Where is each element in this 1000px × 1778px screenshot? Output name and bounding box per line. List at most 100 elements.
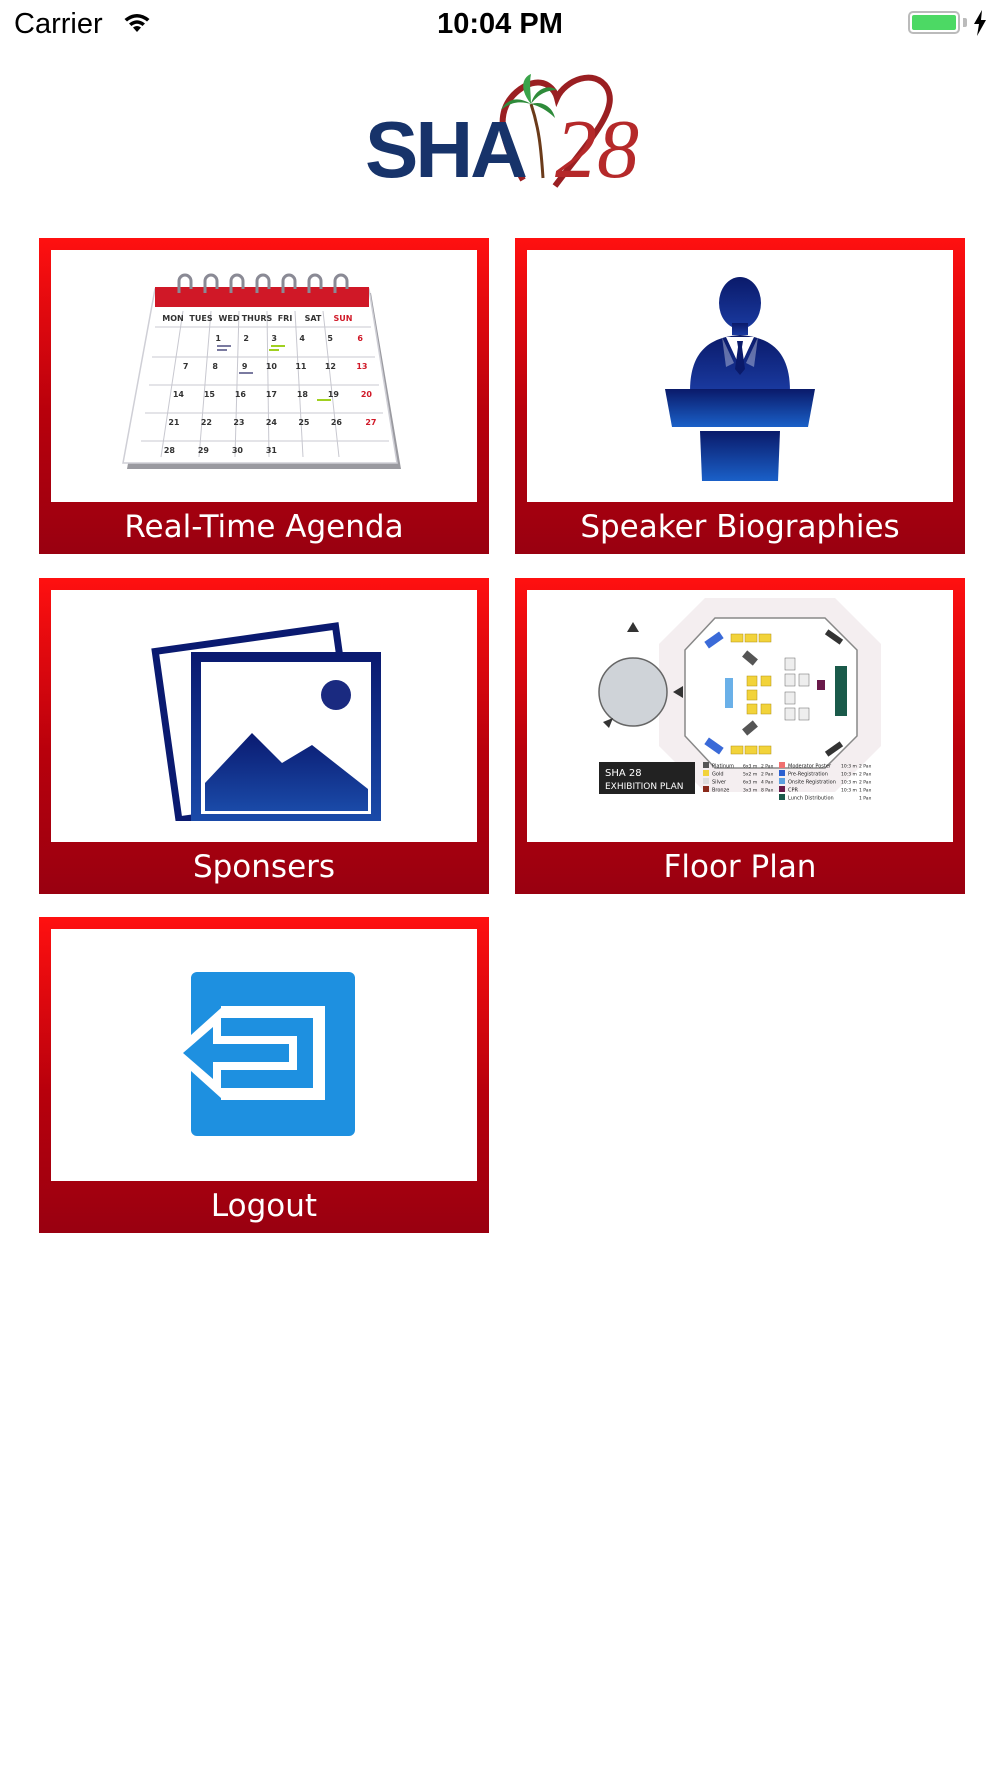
- legend-label: Bronze: [712, 788, 729, 794]
- calendar-day-number: 16: [235, 390, 247, 399]
- status-bar: Carrier 10:04 PM: [0, 0, 1000, 52]
- legend-label: Platinum: [712, 764, 734, 770]
- tile-floor-plan[interactable]: SHA 28 EXHIBITION PLAN Platinum 6x3 m 2 Pa…: [515, 578, 965, 894]
- calendar-day-header: FRI: [278, 314, 293, 323]
- calendar-day-number: 2: [243, 334, 249, 343]
- tile-label: Speaker Biographies: [580, 509, 900, 545]
- tile-image: [51, 929, 477, 1181]
- legend-swatch: [703, 770, 709, 776]
- legend-label: Pre-Registration: [788, 772, 828, 778]
- logo-number: 28: [555, 103, 639, 196]
- legend-size: 5x2 m: [743, 772, 757, 778]
- calendar-day-number: 23: [233, 418, 244, 427]
- tile-image: [51, 590, 477, 842]
- legend-pax: 2 Pax: [761, 772, 774, 778]
- tile-real-time-agenda[interactable]: MON TUES WED THURS FRI SAT SUN 1 2 3 4 5 6 7 8 9 10 11 12 1…: [39, 238, 489, 554]
- battery-cap: [963, 18, 967, 27]
- calendar-day-number: 19: [328, 390, 340, 399]
- floor-plan-subtitle: EXHIBITION PLAN: [605, 782, 683, 792]
- speaker-podium-icon: [665, 277, 815, 481]
- calendar-day-number: 27: [365, 418, 376, 427]
- calendar-day-number: 18: [297, 390, 309, 399]
- calendar-day-number: 30: [232, 446, 244, 455]
- calendar-day-number: 20: [361, 390, 373, 399]
- legend-pax: 1 Pax: [859, 796, 872, 802]
- legend-label: Silver: [712, 780, 727, 786]
- battery-icon: [908, 11, 960, 34]
- tile-label: Logout: [210, 1188, 318, 1224]
- image-gallery-icon: [151, 622, 381, 821]
- legend-size: 10:3 m: [841, 780, 857, 786]
- calendar-day-header: SUN: [334, 314, 353, 323]
- calendar-day-number: 5: [327, 334, 333, 343]
- calendar-day-number: 12: [325, 362, 336, 371]
- tile-image: MON TUES WED THURS FRI SAT SUN 1 2 3 4 5 6 7 8 9 10 11 12 1…: [51, 250, 477, 502]
- calendar-day-number: 9: [242, 362, 248, 371]
- calendar-day-number: 8: [212, 362, 218, 371]
- calendar-day-number: 29: [198, 446, 210, 455]
- tile-image: [527, 250, 953, 502]
- tile-label: Floor Plan: [663, 849, 817, 885]
- floor-plan-title: SHA 28: [605, 768, 642, 779]
- floor-plan-icon: SHA 28 EXHIBITION PLAN Platinum 6x3 m 2 Pa…: [598, 598, 881, 802]
- legend-size: 3x3 m: [743, 788, 757, 794]
- logo-text: SHA: [365, 105, 528, 194]
- calendar-day-number: 7: [183, 362, 189, 371]
- legend-label: Onsite Registration: [788, 780, 836, 786]
- legend-swatch: [779, 794, 785, 800]
- calendar-day-number: 22: [201, 418, 212, 427]
- calendar-day-number: 26: [331, 418, 343, 427]
- calendar-day-number: 28: [164, 446, 176, 455]
- legend-swatch: [779, 762, 785, 768]
- tile-logout[interactable]: Logout: [39, 917, 489, 1233]
- legend-swatch: [779, 786, 785, 792]
- calendar-day-number: 1: [215, 334, 221, 343]
- logout-icon: [171, 972, 355, 1136]
- tile-label: Sponsers: [192, 849, 336, 885]
- legend-swatch: [779, 778, 785, 784]
- calendar-day-number: 14: [173, 390, 185, 399]
- tile-image: SHA 28 EXHIBITION PLAN Platinum 6x3 m 2 Pa…: [527, 590, 953, 842]
- legend-label: CPR: [788, 788, 799, 794]
- legend-size: 6x3 m: [743, 780, 757, 786]
- calendar-day-header: TUES: [189, 314, 212, 323]
- legend-pax: 1 Pax: [859, 788, 872, 794]
- calendar-day-header: MON: [162, 314, 183, 323]
- legend-swatch: [703, 778, 709, 784]
- calendar-day-number: 11: [295, 362, 307, 371]
- legend-swatch: [703, 786, 709, 792]
- calendar-day-number: 13: [356, 362, 367, 371]
- calendar-day-header: WED: [219, 314, 240, 323]
- legend-pax: 2 Pax: [859, 764, 872, 770]
- calendar-day-number: 17: [266, 390, 277, 399]
- legend-pax: 2 Pax: [761, 764, 774, 770]
- legend-size: 6x3 m: [743, 764, 757, 770]
- legend-size: 10:3 m: [841, 764, 857, 770]
- calendar-day-number: 6: [357, 334, 363, 343]
- legend-size: 10:3 m: [841, 788, 857, 794]
- calendar-day-number: 25: [298, 418, 310, 427]
- tile-speaker-biographies[interactable]: Speaker Biographies: [515, 238, 965, 554]
- calendar-day-number: 15: [204, 390, 216, 399]
- calendar-day-number: 4: [299, 334, 305, 343]
- tile-label: Real-Time Agenda: [124, 509, 404, 545]
- calendar-day-number: 10: [266, 362, 278, 371]
- tile-sponsers[interactable]: Sponsers: [39, 578, 489, 894]
- legend-swatch: [703, 762, 709, 768]
- calendar-day-number: 21: [168, 418, 180, 427]
- calendar-day-number: 3: [271, 334, 277, 343]
- legend-label: Lunch Distribution: [788, 796, 834, 802]
- calendar-day-number: 24: [266, 418, 278, 427]
- legend-swatch: [779, 770, 785, 776]
- legend-label: Gold: [712, 772, 724, 778]
- legend-pax: 4 Pax: [761, 780, 774, 786]
- status-time: 10:04 PM: [437, 8, 563, 40]
- legend-pax: 8 Pax: [761, 788, 774, 794]
- legend-pax: 2 Pax: [859, 780, 872, 786]
- calendar-day-number: 31: [266, 446, 278, 455]
- legend-pax: 2 Pax: [859, 772, 872, 778]
- calendar-day-header: THURS: [242, 314, 273, 323]
- legend-size: 10:3 m: [841, 772, 857, 778]
- app-logo: SHA 28: [365, 68, 645, 193]
- calendar-day-header: SAT: [305, 314, 322, 323]
